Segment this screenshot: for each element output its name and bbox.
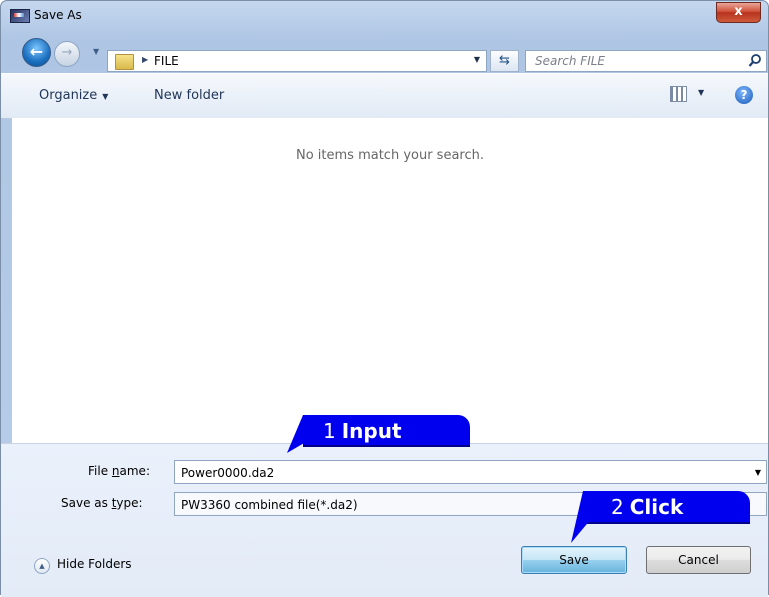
callout-click-number: 2 <box>611 495 624 519</box>
collapse-up-icon: ▲ <box>34 558 50 574</box>
search-icon[interactable] <box>748 53 762 69</box>
save-button[interactable]: Save <box>521 546 627 574</box>
forward-arrow-icon[interactable]: → <box>54 41 80 67</box>
search-input[interactable]: Search FILE <box>535 54 605 68</box>
refresh-icon: ⇆ <box>499 53 510 68</box>
navigation-bar: ← → ▼ ▶ FILE ▼ ⇆ Search FILE <box>1 36 768 72</box>
save-type-value[interactable]: PW3360 combined file(*.da2) <box>181 498 358 512</box>
title-bar[interactable]: Save As x <box>1 1 768 29</box>
file-name-label: File name: <box>88 464 150 478</box>
organize-label: Organize <box>39 88 98 103</box>
chevron-down-icon: ▼ <box>698 88 705 97</box>
file-name-value[interactable]: Power0000.da2 <box>181 466 274 480</box>
save-type-label: Save as type: <box>61 496 143 510</box>
callout-input-number: 1 <box>323 419 336 443</box>
file-list-area[interactable]: No items match your search. <box>12 118 768 443</box>
cancel-button[interactable]: Cancel <box>646 546 751 574</box>
breadcrumb-file[interactable]: FILE <box>154 54 179 68</box>
organize-button[interactable]: Organize ▼ <box>39 83 108 109</box>
callout-input-pointer <box>287 415 311 453</box>
hide-folders-label: Hide Folders <box>57 557 132 571</box>
search-box[interactable]: Search FILE <box>525 50 767 72</box>
new-folder-button[interactable]: New folder <box>154 83 224 109</box>
callout-input: 1 Input <box>303 415 470 447</box>
address-dropdown-icon[interactable]: ▼ <box>474 55 480 64</box>
close-button[interactable]: x <box>716 2 761 23</box>
file-name-field[interactable]: Power0000.da2 ▼ <box>174 460 767 484</box>
callout-click-text: Click <box>629 495 684 519</box>
folder-icon <box>115 54 134 70</box>
refresh-button[interactable]: ⇆ <box>490 50 519 72</box>
history-dropdown-icon[interactable]: ▼ <box>93 47 99 56</box>
chevron-down-icon: ▼ <box>102 92 109 101</box>
window-title: Save As <box>34 8 82 22</box>
callout-click-pointer <box>571 491 591 543</box>
callout-click: 2 Click <box>583 491 750 524</box>
app-icon <box>10 9 30 23</box>
command-toolbar: Organize ▼ New folder ▼ ? <box>1 73 768 119</box>
file-name-dropdown-icon[interactable]: ▼ <box>755 468 761 477</box>
help-icon[interactable]: ? <box>735 86 753 104</box>
address-bar[interactable]: ▶ FILE ▼ <box>107 50 487 72</box>
breadcrumb-chevron-icon[interactable]: ▶ <box>142 55 148 64</box>
empty-message: No items match your search. <box>295 148 484 163</box>
back-arrow-icon[interactable]: ← <box>22 38 51 67</box>
change-view-button[interactable]: ▼ <box>666 84 716 106</box>
callout-input-text: Input <box>341 419 402 443</box>
view-grid-icon <box>670 86 687 102</box>
